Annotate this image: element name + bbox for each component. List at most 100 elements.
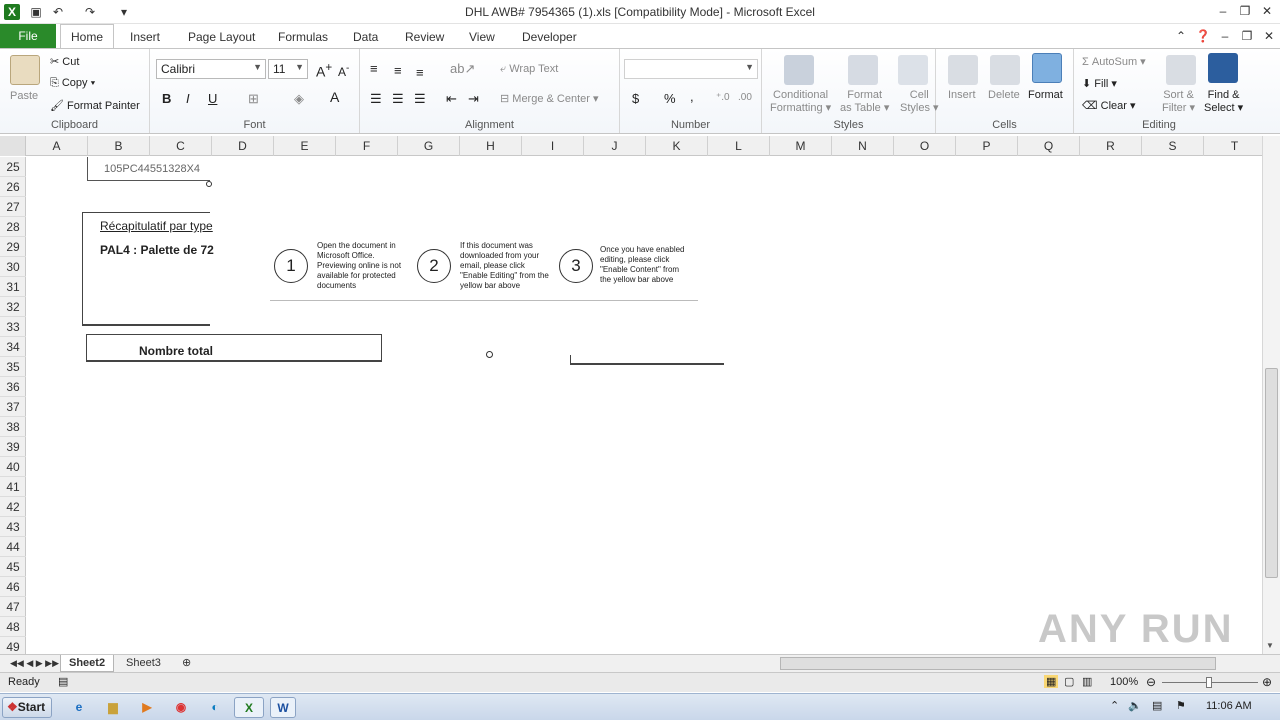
column-header-m[interactable]: M xyxy=(770,136,832,156)
tray-chevron-icon[interactable]: ⌃ xyxy=(1110,699,1119,712)
select-all-corner[interactable] xyxy=(0,136,26,156)
paste-icon[interactable] xyxy=(10,55,40,85)
close-icon[interactable]: ✕ xyxy=(1258,3,1276,19)
fill-color-icon[interactable]: ◈ xyxy=(294,91,304,107)
row-header-43[interactable]: 43 xyxy=(0,517,26,537)
row-header-44[interactable]: 44 xyxy=(0,537,26,557)
restore-icon[interactable]: ❐ xyxy=(1236,3,1254,19)
horizontal-scroll-thumb[interactable] xyxy=(780,657,1216,670)
start-button[interactable]: ❖Start xyxy=(2,697,52,718)
media-player-icon[interactable]: ▶ xyxy=(136,697,158,718)
scroll-thumb[interactable] xyxy=(1265,368,1278,578)
row-header-36[interactable]: 36 xyxy=(0,377,26,397)
cell-styles-button[interactable]: Cell Styles ▾ xyxy=(900,89,939,115)
column-header-t[interactable]: T xyxy=(1204,136,1266,156)
insert-cells-button[interactable]: Insert xyxy=(948,89,976,101)
decrease-decimal-icon[interactable]: .00 xyxy=(738,92,752,103)
folder-icon[interactable]: ▆ xyxy=(102,697,124,718)
currency-icon[interactable]: $ xyxy=(632,91,639,106)
tab-view[interactable]: View xyxy=(459,27,505,48)
column-header-r[interactable]: R xyxy=(1080,136,1142,156)
tab-home[interactable]: Home xyxy=(60,24,115,48)
resize-handle[interactable] xyxy=(206,181,212,187)
column-header-o[interactable]: O xyxy=(894,136,956,156)
sheet-tab-sheet2[interactable]: Sheet2 xyxy=(60,655,115,672)
column-header-l[interactable]: L xyxy=(708,136,770,156)
doc-close-icon[interactable]: ✕ xyxy=(1260,28,1278,44)
format-as-table-button[interactable]: Format as Table ▾ xyxy=(840,89,889,115)
tab-insert[interactable]: Insert xyxy=(120,27,170,48)
flag-icon[interactable]: ⚑ xyxy=(1176,699,1186,712)
column-header-a[interactable]: A xyxy=(26,136,88,156)
column-header-i[interactable]: I xyxy=(522,136,584,156)
underline-icon[interactable]: U xyxy=(208,91,217,106)
align-top-icon[interactable]: ≡ xyxy=(370,61,378,76)
page-break-view-icon[interactable]: ▥ xyxy=(1082,675,1092,688)
row-header-48[interactable]: 48 xyxy=(0,617,26,637)
row-header-39[interactable]: 39 xyxy=(0,437,26,457)
shrink-font-icon[interactable]: A- xyxy=(338,63,349,79)
column-header-e[interactable]: E xyxy=(274,136,336,156)
bold-icon[interactable]: B xyxy=(162,91,171,106)
row-header-34[interactable]: 34 xyxy=(0,337,26,357)
macro-record-icon[interactable]: ▤ xyxy=(58,675,68,688)
row-header-32[interactable]: 32 xyxy=(0,297,26,317)
column-header-g[interactable]: G xyxy=(398,136,460,156)
sheet-tab-sheet3[interactable]: Sheet3 xyxy=(118,655,169,672)
clock[interactable]: 11:06 AM xyxy=(1206,700,1252,712)
row-header-47[interactable]: 47 xyxy=(0,597,26,617)
row-header-25[interactable]: 25 xyxy=(0,157,26,177)
row-header-31[interactable]: 31 xyxy=(0,277,26,297)
autosum-button[interactable]: Σ AutoSum ▾ xyxy=(1082,55,1146,68)
row-header-28[interactable]: 28 xyxy=(0,217,26,237)
ie-icon[interactable]: e xyxy=(68,697,90,718)
worksheet-grid[interactable]: 105PC44551328X4 Récapitulatif par type P… xyxy=(26,157,1262,654)
sheet-nav-icon[interactable]: ◀◀ ◀ ▶ ▶▶ xyxy=(2,655,67,672)
increase-decimal-icon[interactable]: ⁺.0 xyxy=(716,92,730,103)
scroll-down-icon[interactable]: ▼ xyxy=(1266,641,1274,650)
increase-indent-icon[interactable]: ⇥ xyxy=(468,91,479,107)
format-cells-button[interactable]: Format xyxy=(1028,89,1063,101)
comma-icon[interactable]: , xyxy=(690,89,694,104)
column-header-k[interactable]: K xyxy=(646,136,708,156)
row-header-37[interactable]: 37 xyxy=(0,397,26,417)
row-header-45[interactable]: 45 xyxy=(0,557,26,577)
font-size-select[interactable]: 11 ▼ xyxy=(268,59,308,79)
find-select-button[interactable]: Find & Select ▾ xyxy=(1204,89,1243,115)
font-color-icon[interactable]: A xyxy=(330,89,339,105)
clear-button[interactable]: ⌫ Clear ▾ xyxy=(1082,99,1136,112)
row-header-40[interactable]: 40 xyxy=(0,457,26,477)
edge-icon[interactable]: ◐ xyxy=(204,697,226,718)
row-header-33[interactable]: 33 xyxy=(0,317,26,337)
tab-developer[interactable]: Developer xyxy=(512,27,587,48)
sort-filter-button[interactable]: Sort & Filter ▾ xyxy=(1162,89,1195,115)
borders-icon[interactable]: ⊞ xyxy=(248,91,259,107)
orientation-icon[interactable]: ab↗ xyxy=(450,61,475,77)
word-taskbar-icon[interactable]: W xyxy=(270,697,296,718)
tab-data[interactable]: Data xyxy=(343,27,388,48)
volume-icon[interactable]: 🔈 xyxy=(1128,699,1142,712)
column-header-h[interactable]: H xyxy=(460,136,522,156)
page-layout-view-icon[interactable]: ▢ xyxy=(1064,675,1074,688)
insert-sheet-icon[interactable]: ⊕ xyxy=(174,655,199,672)
row-header-26[interactable]: 26 xyxy=(0,177,26,197)
column-header-n[interactable]: N xyxy=(832,136,894,156)
percent-icon[interactable]: % xyxy=(664,91,676,106)
doc-minimize-icon[interactable]: – xyxy=(1216,28,1234,44)
number-format-select[interactable]: ▼ xyxy=(624,59,758,79)
row-header-46[interactable]: 46 xyxy=(0,577,26,597)
align-center-icon[interactable]: ☰ xyxy=(392,91,404,107)
tab-page-layout[interactable]: Page Layout xyxy=(178,27,265,48)
align-bottom-icon[interactable]: ≡ xyxy=(416,65,424,80)
column-header-d[interactable]: D xyxy=(212,136,274,156)
column-header-q[interactable]: Q xyxy=(1018,136,1080,156)
help-icon[interactable]: ❓ xyxy=(1194,28,1212,44)
zoom-level[interactable]: 100% xyxy=(1110,676,1138,688)
row-header-30[interactable]: 30 xyxy=(0,257,26,277)
italic-icon[interactable]: I xyxy=(186,91,190,106)
excel-taskbar-icon[interactable]: X xyxy=(234,697,264,718)
column-header-f[interactable]: F xyxy=(336,136,398,156)
zoom-slider-thumb[interactable] xyxy=(1206,677,1212,688)
column-header-p[interactable]: P xyxy=(956,136,1018,156)
font-name-select[interactable]: Calibri ▼ xyxy=(156,59,266,79)
